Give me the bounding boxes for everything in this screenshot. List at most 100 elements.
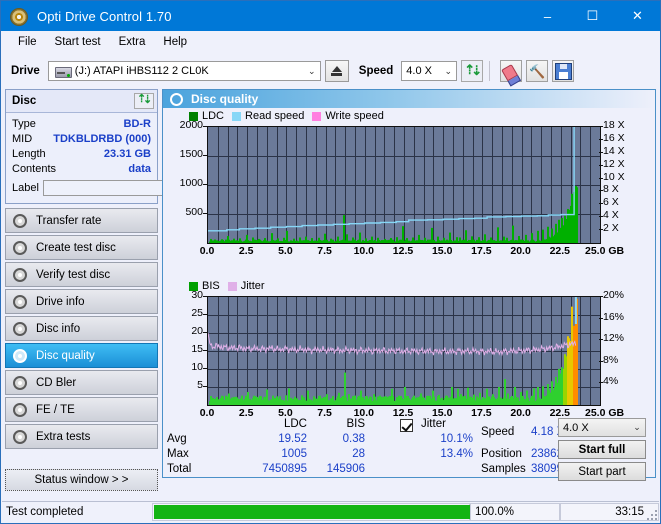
disc-refresh-button[interactable]: ⇡ ⇣ — [134, 93, 154, 109]
disc-test-icon — [13, 321, 27, 336]
plot-area — [207, 296, 601, 406]
stats-bis-total: 145906 — [326, 463, 365, 475]
y-axis-tick-label: 25 — [191, 307, 203, 319]
test-speed-select[interactable]: 4.0 X ⌄ — [558, 418, 646, 437]
y2-axis-tick — [599, 339, 603, 341]
stats-bis-avg: 0.38 — [342, 433, 365, 445]
chevron-down-icon: ⌄ — [633, 422, 641, 432]
disc-row-key: MID — [12, 132, 33, 145]
statistics-panel: LDC BIS Avg Max Total 19.52 1005 7450895… — [163, 415, 655, 481]
status-bar: Test completed 100.0% 33:15 — [2, 501, 659, 522]
menu-file[interactable]: File — [9, 34, 46, 50]
jitter-checkbox[interactable] — [400, 419, 413, 432]
y2-axis-tick-label: 16% — [603, 310, 625, 323]
stats-jitter-max: 13.4% — [440, 448, 473, 460]
y2-axis-tick — [599, 360, 603, 362]
disc-row-key: Length — [12, 147, 46, 160]
disc-test-icon — [13, 429, 27, 444]
sidebar-item-verify-test-disc[interactable]: Verify test disc — [5, 262, 158, 287]
sidebar-item-disc-quality[interactable]: Disc quality — [5, 343, 158, 368]
y-axis-tick-label: 20 — [191, 325, 203, 337]
refresh-button[interactable]: ⇡ ⇣ — [461, 60, 484, 82]
sidebar-item-fe-te[interactable]: FE / TE — [5, 397, 158, 422]
eject-button[interactable] — [324, 60, 349, 82]
title-bar: Opti Drive Control 1.70 – ☐ ✕ — [1, 1, 660, 31]
menu-help[interactable]: Help — [154, 34, 196, 50]
start-part-button[interactable]: Start part — [558, 462, 646, 481]
bis-jitter-chart: 30 25 20 15 10 5 20% 16% 12% 8% 4% 0.0 2.5 5.0 7.5 10.0… — [163, 108, 655, 419]
sidebar-item-extra-tests[interactable]: Extra tests — [5, 424, 158, 449]
y2-axis-tick-label: 20% — [603, 289, 625, 301]
app-window: Opti Drive Control 1.70 – ☐ ✕ File Start… — [0, 0, 661, 524]
sidebar-item-label: Disc info — [36, 322, 81, 335]
toolbar-separator — [489, 61, 491, 81]
sidebar-item-label: FE / TE — [36, 403, 75, 416]
content-panel: Disc quality LDC Read speed Write speed BI… — [162, 89, 656, 481]
y-axis-tick — [203, 386, 207, 387]
drive-select[interactable]: (J:) ATAPI iHBS112 2 CL0K ⌄ — [47, 61, 321, 81]
maximize-button[interactable]: ☐ — [570, 1, 615, 31]
sidebar-item-label: Verify test disc — [36, 268, 111, 281]
plot-svg — [208, 297, 600, 405]
stats-row-max-label: Max — [167, 448, 189, 460]
sidebar-item-disc-info[interactable]: Disc info — [5, 316, 158, 341]
refresh-icon: ⇡ ⇣ — [137, 92, 153, 106]
disc-label-key: Label — [12, 182, 39, 194]
y-axis-tick — [203, 332, 207, 333]
speed-select[interactable]: 4.0 X ⌄ — [401, 61, 458, 81]
y-axis-tick — [203, 350, 207, 351]
stats-jitter-avg: 10.1% — [440, 433, 473, 445]
floppy-save-icon — [554, 62, 572, 80]
sidebar-item-transfer-rate[interactable]: Transfer rate — [5, 208, 158, 233]
drive-select-value: (J:) ATAPI iHBS112 2 CL0K — [74, 65, 209, 77]
toolbar: Drive (J:) ATAPI iHBS112 2 CL0K ⌄ Speed … — [1, 53, 660, 89]
page-title: Disc quality — [191, 92, 259, 106]
status-message: Test completed — [6, 506, 84, 518]
progress-fill — [154, 505, 470, 519]
speed-stat-label: Speed — [481, 426, 515, 438]
drive-icon — [54, 64, 72, 78]
sidebar-nav: Transfer rate Create test disc Verify te… — [5, 208, 158, 491]
minimize-button[interactable]: – — [525, 1, 570, 31]
disc-row-value: TDKBLDRBD (000) — [53, 132, 151, 145]
window-controls: – ☐ ✕ — [525, 1, 660, 31]
status-window-button[interactable]: Status window > > — [5, 469, 158, 491]
y-axis-tick — [203, 314, 207, 315]
stats-bis-max: 28 — [352, 448, 365, 460]
y-axis-tick-label: 15 — [191, 343, 203, 355]
y2-axis-tick-label: 8% — [603, 353, 619, 366]
left-sidebar: Disc ⇡ ⇣ Type BD-R MID TDKBLDRBD (000) L… — [5, 89, 247, 491]
progress-percent: 100.0% — [475, 506, 515, 518]
sidebar-item-label: Create test disc — [36, 241, 116, 254]
start-full-button[interactable]: Start full — [558, 440, 646, 459]
menu-bar: File Start test Extra Help — [1, 31, 660, 53]
sidebar-item-label: Disc quality — [36, 349, 95, 362]
stats-row-avg-label: Avg — [167, 433, 187, 445]
sidebar-item-create-test-disc[interactable]: Create test disc — [5, 235, 158, 260]
disc-panel-title: Disc — [12, 95, 37, 107]
disc-test-icon — [13, 375, 27, 390]
save-button[interactable] — [552, 60, 575, 82]
menu-start-test[interactable]: Start test — [46, 34, 110, 50]
tools-button[interactable]: 🔨 — [526, 60, 549, 82]
sidebar-item-cd-bler[interactable]: CD Bler — [5, 370, 158, 395]
close-button[interactable]: ✕ — [615, 1, 660, 31]
sidebar-item-label: CD Bler — [36, 376, 77, 389]
stats-row-total-label: Total — [167, 463, 192, 475]
resize-grip-icon[interactable] — [647, 510, 657, 520]
speed-label: Speed — [358, 65, 394, 77]
y2-axis-tick-label: 12% — [603, 332, 625, 345]
elapsed-time-cell: 33:15 — [560, 503, 659, 521]
disc-rows: Type BD-R MID TDKBLDRBD (000) Length 23.… — [6, 113, 247, 203]
disc-test-icon — [13, 294, 27, 309]
menu-extra[interactable]: Extra — [110, 34, 155, 50]
jitter-label: Jitter — [421, 418, 446, 430]
sidebar-item-drive-info[interactable]: Drive info — [5, 289, 158, 314]
disc-info-panel: Disc ⇡ ⇣ Type BD-R MID TDKBLDRBD (000) L… — [5, 89, 247, 204]
speed-select-value: 4.0 X — [406, 65, 432, 77]
erase-button[interactable] — [500, 60, 523, 87]
disc-quality-icon — [170, 92, 183, 106]
disc-test-icon — [13, 267, 27, 282]
progress-bar — [152, 503, 470, 521]
